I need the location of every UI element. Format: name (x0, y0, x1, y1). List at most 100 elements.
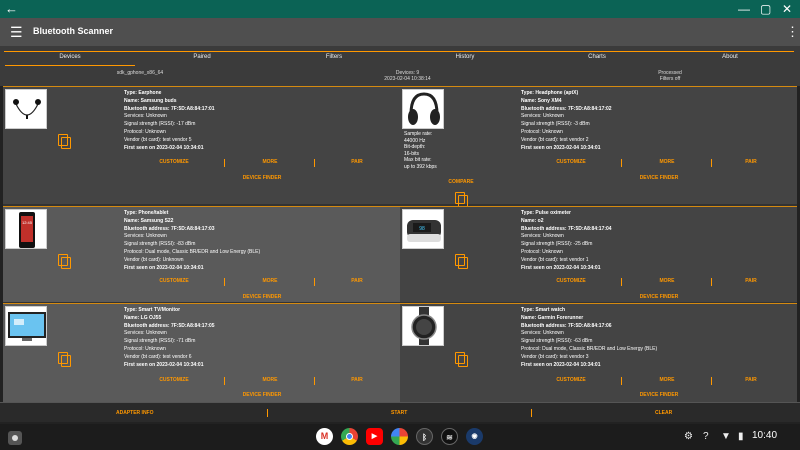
device-type: Type: Earphone (124, 90, 162, 96)
device-services: Services: Unknown (521, 330, 564, 337)
tab-charts[interactable]: Charts (532, 46, 662, 66)
more-button[interactable]: MORE (621, 159, 713, 165)
card-actions: CUSTOMIZE MORE PAIR (521, 377, 791, 387)
device-list[interactable]: Type: Earphone Name: Samsung buds Blueto… (3, 86, 797, 402)
more-button[interactable]: MORE (621, 278, 713, 284)
device-card[interactable]: Type: Earphone Name: Samsung buds Blueto… (3, 86, 400, 204)
copy-icon[interactable] (455, 254, 468, 269)
copy-icon[interactable] (455, 352, 468, 367)
device-signal: Signal strength (RSSI): -25 dBm (521, 241, 593, 248)
more-button[interactable]: MORE (224, 159, 316, 165)
audio-specs: Sample rate: 44000 Hz Bit-depth: 16-bits… (404, 131, 437, 171)
customize-button[interactable]: CUSTOMIZE (124, 278, 224, 284)
device-finder-button[interactable]: DEVICE FINDER (521, 294, 797, 300)
device-card[interactable]: Sample rate: 44000 Hz Bit-depth: 16-bits… (400, 86, 797, 207)
more-button[interactable]: MORE (621, 377, 713, 383)
pair-button[interactable]: PAIR (711, 278, 791, 284)
device-finder-button[interactable]: DEVICE FINDER (124, 294, 400, 300)
tab-paired[interactable]: Paired (137, 46, 267, 66)
device-name-text: Name: Samsung S22 (124, 217, 174, 224)
help-icon[interactable]: ? (703, 431, 709, 443)
card-actions: CUSTOMIZE MORE PAIR (124, 377, 400, 387)
clock[interactable]: 10:40 (752, 430, 777, 441)
tab-about[interactable]: About (665, 46, 795, 66)
more-button[interactable]: MORE (224, 278, 316, 284)
device-finder-button[interactable]: DEVICE FINDER (521, 392, 797, 398)
customize-button[interactable]: CUSTOMIZE (521, 159, 621, 165)
pair-button[interactable]: PAIR (711, 159, 791, 165)
device-finder-button[interactable]: DEVICE FINDER (521, 175, 797, 181)
device-address: Bluetooth address: 7F:5D:A8:84:17:01 (124, 105, 215, 112)
device-card[interactable]: 12:45 Type: Phone/tablet Name: Samsung S… (3, 206, 400, 302)
device-card[interactable]: Type: Smart TV/Monitor Name: LG OJ55 Blu… (3, 303, 400, 402)
maximize-button[interactable]: ▢ (760, 0, 771, 18)
device-card[interactable]: Type: Smart watch Name: Garmin Forerunne… (400, 303, 797, 402)
close-button[interactable]: ✕ (782, 0, 792, 18)
card-actions: CUSTOMIZE MORE PAIR (521, 159, 791, 169)
device-name: sdk_gphone_x86_64 (116, 70, 164, 76)
device-finder-button[interactable]: DEVICE FINDER (124, 175, 400, 181)
wifi-icon[interactable]: ▼ (721, 431, 731, 443)
hamburger-menu-icon[interactable]: ☰ (10, 24, 23, 40)
device-card[interactable]: 98 Type: Pulse oximeter Name: o2 Bluetoo… (400, 206, 797, 302)
device-address: Bluetooth address: 7F:5D:A8:84:17:06 (521, 322, 612, 329)
settings-icon[interactable]: ⚙ (684, 431, 693, 443)
pair-button[interactable]: PAIR (314, 159, 400, 165)
start-button[interactable]: START (391, 410, 407, 416)
launcher-icon[interactable] (8, 431, 22, 445)
pair-button[interactable]: PAIR (314, 278, 400, 284)
device-info: Type: Phone/tablet Name: Samsung S22 Blu… (124, 210, 260, 272)
device-first-seen: First seen on 2023-02-04 10:34:01 (124, 264, 204, 271)
tab-filters[interactable]: Filters (269, 46, 399, 66)
card-actions: CUSTOMIZE MORE PAIR (521, 278, 791, 288)
device-name-text: Name: Garmin Forerunner (521, 314, 584, 321)
status-row: sdk_gphone_x86_64 Devices: 9 2023-02-04 … (0, 66, 800, 86)
app-icon[interactable]: ◉ (466, 428, 483, 445)
tab-history[interactable]: History (400, 46, 530, 66)
divider (267, 409, 268, 417)
clear-button[interactable]: CLEAR (655, 410, 672, 416)
gmail-icon[interactable]: M (316, 428, 333, 445)
photos-icon[interactable] (391, 428, 408, 445)
customize-button[interactable]: CUSTOMIZE (124, 377, 224, 383)
svg-text:12:45: 12:45 (22, 220, 33, 225)
adapter-info-button[interactable]: ADAPTER INFO (116, 410, 154, 416)
customize-button[interactable]: CUSTOMIZE (521, 377, 621, 383)
device-signal: Signal strength (RSSI): -3 dBm (521, 121, 590, 128)
copy-icon[interactable] (58, 134, 71, 149)
divider (531, 409, 532, 417)
tab-devices[interactable]: Devices (5, 46, 135, 66)
pair-button[interactable]: PAIR (314, 377, 400, 383)
youtube-icon[interactable]: ▶ (366, 428, 383, 445)
more-button[interactable]: MORE (224, 377, 316, 383)
copy-icon[interactable] (58, 254, 71, 269)
bit-depth-label: Bit-depth: (404, 144, 426, 151)
device-signal: Signal strength (RSSI): -71 dBm (124, 338, 196, 345)
app-bar: ☰ Bluetooth Scanner ⋮ (0, 18, 800, 46)
device-protocol: Protocol: Unknown (124, 345, 166, 352)
copy-icon[interactable] (455, 192, 468, 207)
compare-button[interactable]: COMPARE (436, 179, 486, 185)
pair-button[interactable]: PAIR (711, 377, 791, 383)
device-info: Type: Smart TV/Monitor Name: LG OJ55 Blu… (124, 307, 215, 369)
overflow-menu-icon[interactable]: ⋮ (786, 24, 799, 40)
device-protocol: Protocol: Unknown (124, 128, 166, 135)
device-first-seen: First seen on 2023-02-04 10:34:01 (521, 144, 601, 151)
bluetooth-scanner-icon[interactable]: ᛒ (416, 428, 433, 445)
minimize-button[interactable]: — (738, 0, 750, 18)
device-type: Type: Pulse oximeter (521, 210, 571, 216)
phone-image: 12:45 (5, 209, 47, 249)
wifi-scanner-icon[interactable]: ≋ (441, 428, 458, 445)
copy-icon[interactable] (58, 352, 71, 367)
battery-icon[interactable]: ▮ (738, 431, 744, 443)
arrow-back-icon[interactable]: ← (5, 1, 18, 17)
device-finder-button[interactable]: DEVICE FINDER (124, 392, 400, 398)
chrome-icon[interactable] (341, 428, 358, 445)
customize-button[interactable]: CUSTOMIZE (521, 278, 621, 284)
device-name-text: Name: Sony XM4 (521, 97, 562, 104)
customize-button[interactable]: CUSTOMIZE (124, 159, 224, 165)
device-services: Services: Unknown (124, 330, 167, 337)
device-signal: Signal strength (RSSI): -83 dBm (124, 241, 196, 248)
sample-rate-value: 44000 Hz (404, 137, 426, 144)
card-actions: CUSTOMIZE MORE PAIR (124, 278, 400, 288)
